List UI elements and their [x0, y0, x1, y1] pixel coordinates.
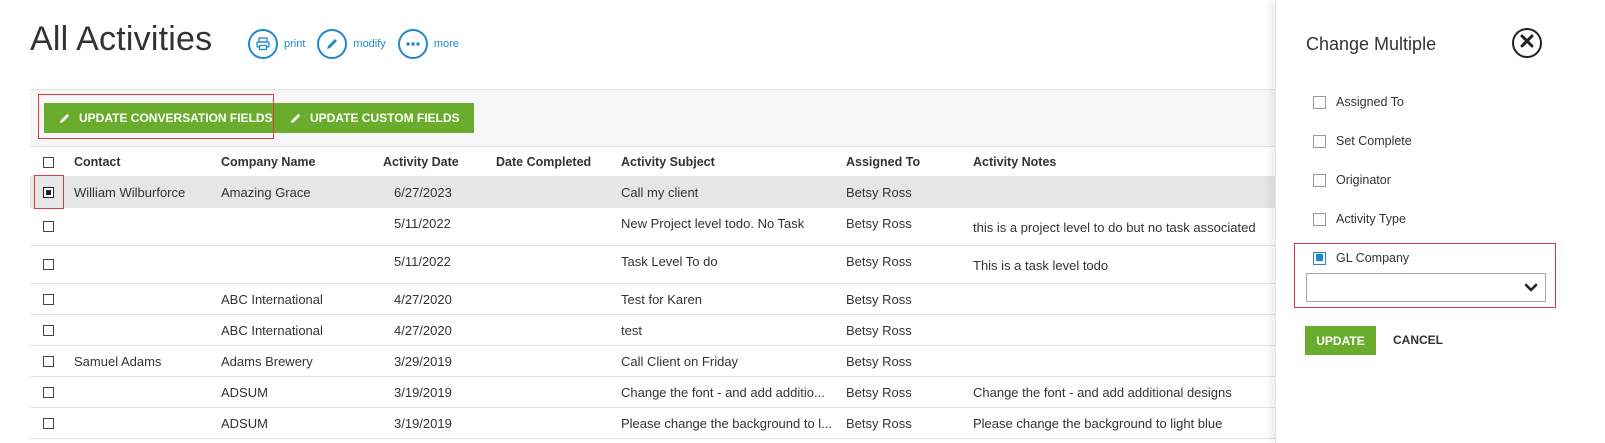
field-assigned-to[interactable]: Assigned To — [1313, 95, 1404, 109]
more-label: more — [433, 38, 459, 50]
company-cell: ABC International — [221, 323, 323, 338]
notes-cell: This is a task level todo — [973, 258, 1109, 273]
pencil-icon — [317, 29, 348, 59]
notes-cell: Change the font - and add additional des… — [973, 385, 1232, 400]
set-complete-checkbox[interactable] — [1313, 134, 1326, 148]
field-set-complete[interactable]: Set Complete — [1313, 134, 1412, 148]
table-row[interactable]: 5/11/2022 New Project level todo. No Tas… — [30, 208, 1310, 246]
print-icon — [248, 29, 278, 59]
more-action[interactable]: more — [397, 29, 459, 59]
update-button[interactable]: UPDATE — [1305, 326, 1376, 355]
highlight-box — [1294, 243, 1556, 308]
panel-title: Change Multiple — [1306, 34, 1437, 54]
assigned-to-checkbox[interactable] — [1313, 95, 1326, 109]
table-row[interactable]: Samuel Adams Adams Brewery 3/29/2019 Cal… — [30, 346, 1310, 377]
table-row[interactable]: ABC International 4/27/2020 test Betsy R… — [30, 315, 1310, 346]
table-row[interactable]: William Wilburforce Amazing Grace 6/27/2… — [30, 177, 1310, 208]
activity-date-cell: 6/27/2023 — [394, 185, 452, 200]
column-header-date-completed[interactable]: Date Completed — [496, 155, 591, 169]
subject-cell: Change the font - and add additio... — [621, 385, 825, 400]
activity-date-cell: 3/29/2019 — [394, 354, 452, 369]
row-checkbox[interactable] — [43, 387, 54, 398]
row-checkbox[interactable] — [43, 259, 54, 270]
field-label: Originator — [1336, 173, 1391, 187]
activities-table: Contact Company Name Activity Date Date … — [30, 147, 1310, 439]
row-checkbox[interactable] — [43, 418, 54, 429]
change-multiple-panel: Change Multiple Assigned To Set Complete… — [1275, 0, 1605, 443]
subject-cell: Test for Karen — [621, 292, 702, 307]
cancel-button[interactable]: CANCEL — [1393, 333, 1443, 347]
table-row[interactable]: ADSUM 3/19/2019 Change the font - and ad… — [30, 377, 1310, 408]
field-label: Activity Type — [1336, 212, 1406, 226]
modify-action[interactable]: modify — [317, 29, 386, 59]
table-row[interactable]: ADSUM 3/19/2019 Please change the backgr… — [30, 408, 1310, 439]
column-header-assigned-to[interactable]: Assigned To — [846, 155, 920, 169]
field-activity-type[interactable]: Activity Type — [1313, 212, 1406, 226]
subject-cell: Call my client — [621, 185, 699, 200]
assigned-cell: Betsy Ross — [846, 216, 912, 231]
row-checkbox[interactable] — [43, 294, 54, 305]
assigned-cell: Betsy Ross — [846, 385, 912, 400]
assigned-cell: Betsy Ross — [846, 354, 912, 369]
subject-cell: test — [621, 323, 642, 338]
page-title: All Activities — [30, 20, 213, 58]
company-cell: ADSUM — [221, 385, 268, 400]
subject-cell: New Project level todo. No Task — [621, 216, 805, 231]
column-header-company[interactable]: Company Name — [221, 155, 315, 169]
header-actions: print modify more — [248, 29, 471, 59]
field-label: Assigned To — [1336, 95, 1404, 109]
notes-cell: this is a project level to do but no tas… — [973, 220, 1256, 235]
update-custom-label: UPDATE CUSTOM FIELDS — [310, 111, 460, 125]
table-row[interactable]: 5/11/2022 Task Level To do Betsy Ross Th… — [30, 246, 1310, 284]
more-icon — [397, 29, 428, 59]
activity-date-cell: 3/19/2019 — [394, 385, 452, 400]
notes-cell: Please change the background to light bl… — [973, 416, 1223, 431]
company-cell: Adams Brewery — [221, 354, 313, 369]
column-header-activity-notes[interactable]: Activity Notes — [973, 155, 1056, 169]
assigned-cell: Betsy Ross — [846, 292, 912, 307]
contact-cell: Samuel Adams — [74, 354, 162, 369]
activity-date-cell: 5/11/2022 — [394, 254, 451, 269]
page: All Activities print modify more UPDATE … — [0, 0, 1605, 443]
company-cell: Amazing Grace — [221, 185, 311, 200]
field-originator[interactable]: Originator — [1313, 173, 1391, 187]
subject-cell: Please change the background to l... — [621, 416, 833, 431]
originator-checkbox[interactable] — [1313, 173, 1326, 187]
row-checkbox[interactable] — [43, 325, 54, 336]
print-label: print — [284, 38, 306, 50]
company-cell: ADSUM — [221, 416, 268, 431]
pencil-icon — [289, 112, 302, 125]
column-header-activity-date[interactable]: Activity Date — [383, 155, 459, 169]
activity-type-checkbox[interactable] — [1313, 212, 1326, 226]
column-header-activity-subject[interactable]: Activity Subject — [621, 155, 715, 169]
assigned-cell: Betsy Ross — [846, 416, 912, 431]
field-label: Set Complete — [1336, 134, 1412, 148]
activity-date-cell: 4/27/2020 — [394, 292, 452, 307]
modify-label: modify — [353, 38, 386, 50]
highlight-box — [38, 94, 274, 139]
close-icon — [1520, 34, 1534, 53]
table-row[interactable]: ABC International 4/27/2020 Test for Kar… — [30, 284, 1310, 315]
table-header: Contact Company Name Activity Date Date … — [30, 147, 1310, 177]
row-checkbox[interactable] — [43, 221, 54, 232]
assigned-cell: Betsy Ross — [846, 254, 912, 269]
activity-date-cell: 5/11/2022 — [394, 216, 451, 231]
update-custom-fields-button[interactable]: UPDATE CUSTOM FIELDS — [275, 103, 474, 133]
activity-date-cell: 4/27/2020 — [394, 323, 452, 338]
highlight-box — [34, 175, 64, 209]
select-all-checkbox[interactable] — [43, 157, 54, 168]
subject-cell: Call Client on Friday — [621, 354, 739, 369]
activity-date-cell: 3/19/2019 — [394, 416, 452, 431]
column-header-contact[interactable]: Contact — [74, 155, 121, 169]
assigned-cell: Betsy Ross — [846, 185, 912, 200]
assigned-cell: Betsy Ross — [846, 323, 912, 338]
company-cell: ABC International — [221, 292, 323, 307]
subject-cell: Task Level To do — [621, 254, 718, 269]
print-action[interactable]: print — [248, 29, 305, 59]
close-button[interactable] — [1512, 28, 1542, 58]
contact-cell: William Wilburforce — [74, 185, 186, 200]
row-checkbox[interactable] — [43, 356, 54, 367]
